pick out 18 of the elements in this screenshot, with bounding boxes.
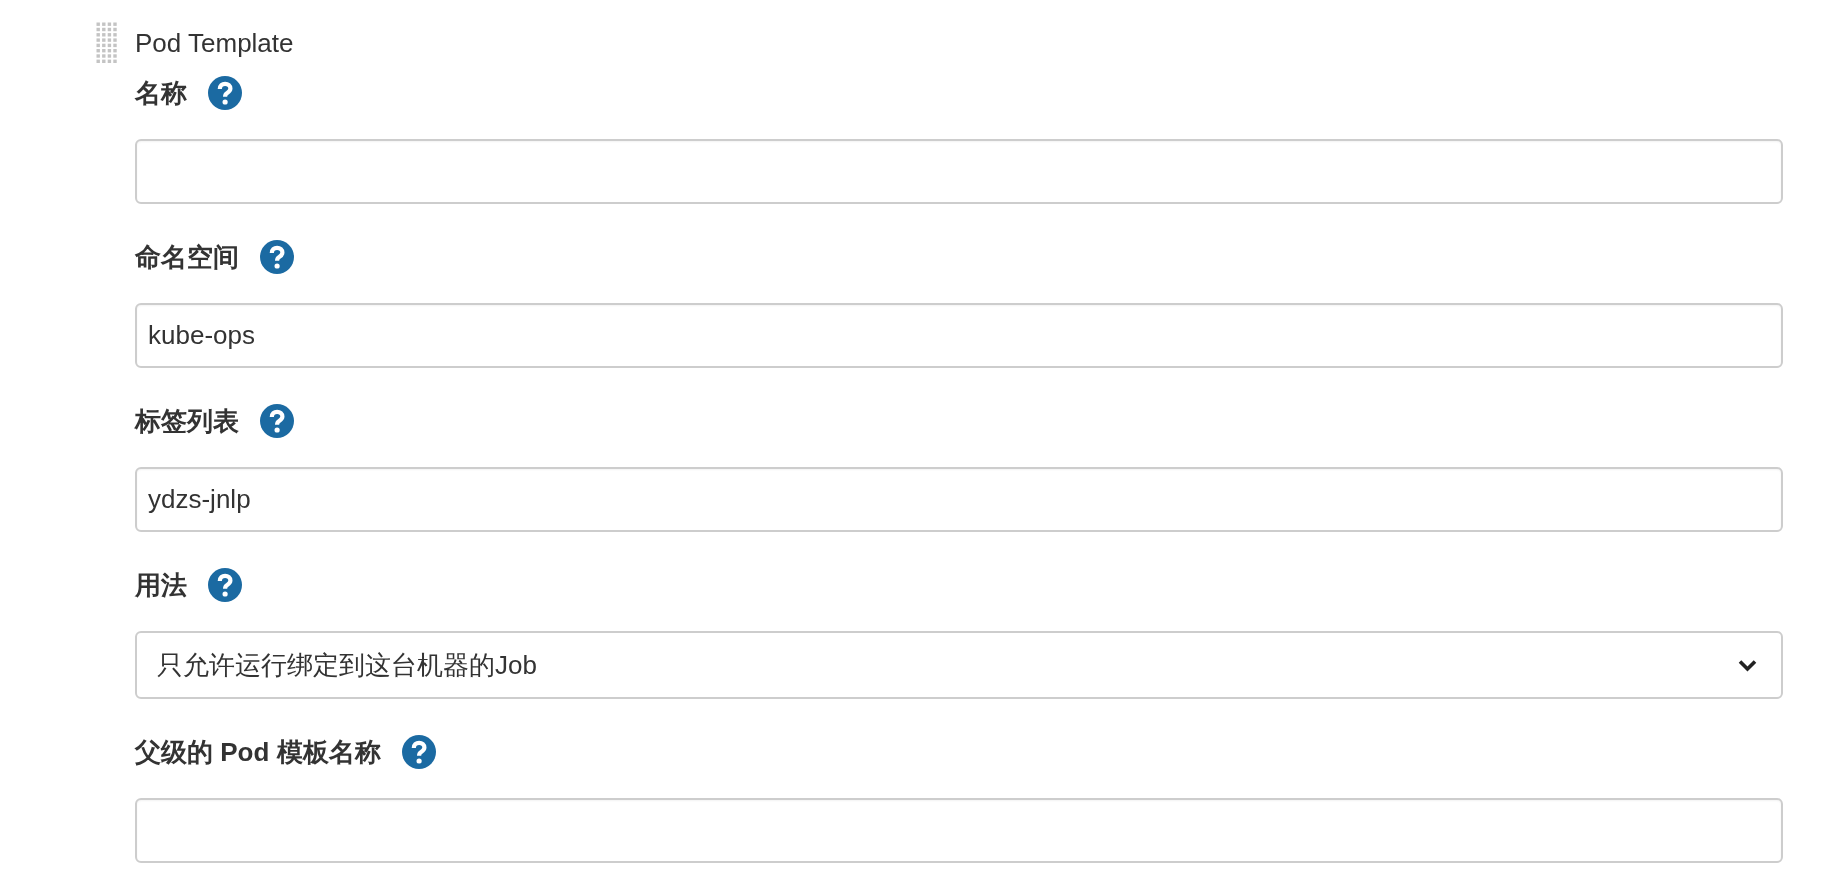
- help-icon[interactable]: [260, 240, 294, 274]
- select-field[interactable]: 只允许运行绑定到这台机器的Job: [135, 631, 1783, 699]
- text-field[interactable]: ydzs-jnlp: [135, 467, 1783, 532]
- help-icon[interactable]: [260, 404, 294, 438]
- field-label: 名称: [135, 77, 187, 110]
- help-icon[interactable]: [208, 76, 242, 110]
- help-icon[interactable]: [208, 568, 242, 602]
- help-icon[interactable]: [401, 735, 436, 769]
- chevron-down-icon: [1738, 658, 1757, 672]
- field-label: 父级的 Pod 模板名称: [135, 736, 381, 769]
- field-label: 标签列表: [135, 405, 239, 438]
- field-label: 用法: [135, 569, 187, 602]
- text-field[interactable]: [135, 798, 1783, 863]
- drag-handle-icon[interactable]: [96, 22, 118, 64]
- text-field[interactable]: kube-ops: [135, 303, 1783, 368]
- field-label: 命名空间: [135, 241, 239, 274]
- text-field[interactable]: [135, 139, 1783, 204]
- section-title: Pod Template: [135, 27, 294, 60]
